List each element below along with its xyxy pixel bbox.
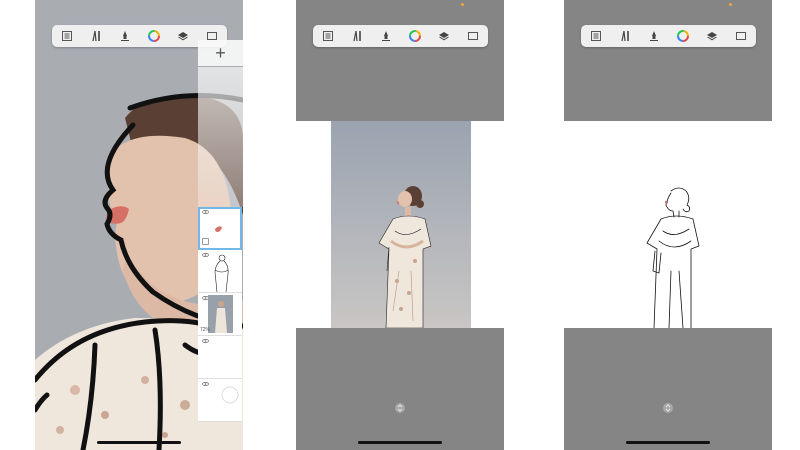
brush-library-icon[interactable] [87,27,105,45]
layer-red-lips[interactable] [198,207,242,250]
gallery-icon[interactable] [58,27,76,45]
toolbar [581,25,756,47]
brush-library-icon[interactable] [616,27,634,45]
phone-screen-line-drawing [564,0,772,450]
color-wheel-icon[interactable] [145,27,163,45]
expand-handle-icon[interactable] [662,402,674,414]
phone-screen-drawing-zoomed: + 72% [35,0,243,450]
layers-panel: + 72% [198,40,243,422]
adjustments-icon[interactable] [645,27,663,45]
layers-panel-backdrop [198,67,243,207]
toolbar [313,25,488,47]
layer-empty[interactable] [198,336,242,379]
layer-opacity-label: 72% [200,327,211,333]
line-drawing-thumbnail [214,254,229,292]
expand-handle-icon[interactable] [394,402,406,414]
canvas-surround-top [296,0,504,121]
status-dot [461,3,464,6]
layers-icon[interactable] [435,27,453,45]
status-dot [729,3,732,6]
adjustments-icon[interactable] [116,27,134,45]
gallery-icon[interactable] [587,27,605,45]
canvas-surround-bottom [564,328,772,450]
eye-icon[interactable] [202,382,209,386]
lock-icon[interactable] [202,238,209,245]
canvas-icon[interactable] [732,27,750,45]
layers-icon[interactable] [174,27,192,45]
layer-photo[interactable]: 72% [198,293,242,336]
photo-canvas[interactable] [331,121,471,328]
background-color-swatch[interactable] [220,385,240,405]
home-indicator [358,441,442,444]
line-drawing-canvas[interactable] [599,121,739,328]
eye-icon[interactable] [202,339,209,343]
layer-line-drawing[interactable] [198,250,242,293]
canvas-icon[interactable] [464,27,482,45]
adjustments-icon[interactable] [377,27,395,45]
layers-icon[interactable] [703,27,721,45]
canvas-surround-bottom [296,328,504,450]
brush-library-icon[interactable] [348,27,366,45]
home-indicator [97,441,181,444]
add-layer-button[interactable]: + [198,40,243,66]
color-wheel-icon[interactable] [406,27,424,45]
phone-screen-photo-canvas [296,0,504,450]
gallery-icon[interactable] [319,27,337,45]
color-wheel-icon[interactable] [674,27,692,45]
canvas-surround-top [564,0,772,121]
home-indicator [626,441,710,444]
layer-background[interactable] [198,379,242,422]
